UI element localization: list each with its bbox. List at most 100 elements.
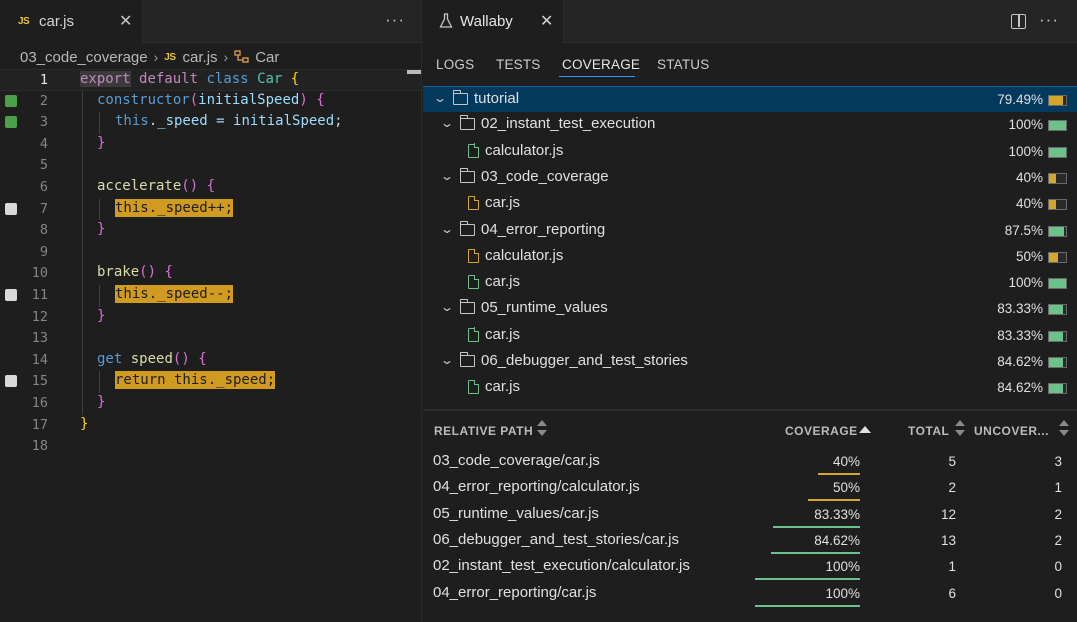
column-header-path[interactable]: RELATIVE PATH xyxy=(434,424,533,438)
code-line: 18 xyxy=(0,436,421,458)
row-uncovered: 0 xyxy=(1054,585,1062,601)
wallaby-panel: Wallaby ✕ ··· LOGS TESTS COVERAGE STATUS… xyxy=(423,0,1077,622)
tree-file-row[interactable]: car.js 83.33% xyxy=(423,323,1077,349)
editor-tab-car-js[interactable]: JS car.js ✕ xyxy=(0,0,143,43)
tree-folder-row[interactable]: ⌄ 02_instant_test_execution 100% xyxy=(423,112,1077,138)
code-line: 3 this._speed = initialSpeed; xyxy=(0,112,421,134)
tree-folder-row[interactable]: ⌄ 04_error_reporting 87.5% xyxy=(423,218,1077,244)
tab-tests[interactable]: TESTS xyxy=(496,57,541,72)
file-icon xyxy=(468,274,480,290)
row-uncovered: 3 xyxy=(1054,454,1062,469)
table-row[interactable]: 04_error_reporting/calculator.js 50% 2 1 xyxy=(423,475,1077,502)
row-path: 04_error_reporting/calculator.js xyxy=(433,478,640,496)
split-editor-icon[interactable] xyxy=(1011,14,1026,29)
column-header-coverage[interactable]: COVERAGE xyxy=(785,424,858,438)
chevron-down-icon[interactable]: ⌄ xyxy=(440,353,454,367)
table-row[interactable]: 02_instant_test_execution/calculator.js … xyxy=(423,554,1077,581)
code-line: 5 xyxy=(0,155,421,177)
coverage-bar xyxy=(1048,251,1067,263)
code-text: } xyxy=(80,415,89,432)
column-header-total[interactable]: TOTAL xyxy=(908,424,949,438)
coverage-percent: 100% xyxy=(1008,117,1043,133)
indent-guide xyxy=(82,393,83,415)
tree-file-row[interactable]: car.js 100% xyxy=(423,270,1077,296)
line-number: 12 xyxy=(31,308,48,325)
line-number: 15 xyxy=(31,373,48,390)
wallaby-tab-bar: Wallaby ✕ ··· xyxy=(423,0,1077,43)
tree-item-name: 03_code_coverage xyxy=(481,167,609,185)
tree-file-row[interactable]: calculator.js 50% xyxy=(423,244,1077,270)
coverage-percent: 100% xyxy=(1008,275,1043,291)
tree-folder-row[interactable]: ⌄ 06_debugger_and_test_stories 84.62% xyxy=(423,349,1077,375)
chevron-down-icon[interactable]: ⌄ xyxy=(440,116,454,130)
indent-guide xyxy=(82,112,83,134)
line-number: 9 xyxy=(39,243,48,260)
code-text: get speed() { xyxy=(97,350,207,367)
coverage-bar xyxy=(1048,225,1067,237)
tree-item-name: car.js xyxy=(485,378,521,396)
panel-divider[interactable] xyxy=(423,409,1077,411)
line-number: 2 xyxy=(39,92,48,109)
indent-guide xyxy=(82,306,83,329)
code-editor: JS car.js ✕ ··· 03_code_coverage › JS ca… xyxy=(0,0,422,622)
more-actions-icon[interactable]: ··· xyxy=(385,10,405,30)
indent-guide xyxy=(82,285,83,307)
line-number: 5 xyxy=(39,157,48,174)
row-coverage: 100% xyxy=(825,559,860,575)
row-coverage: 50% xyxy=(832,480,860,496)
column-header-uncovered[interactable]: UNCOVER... xyxy=(974,424,1049,438)
table-row[interactable]: 06_debugger_and_test_stories/car.js 84.6… xyxy=(423,528,1077,554)
breadcrumb-file[interactable]: car.js xyxy=(183,49,218,66)
file-icon xyxy=(468,143,480,158)
sort-icon[interactable] xyxy=(955,420,965,438)
breadcrumb-folder[interactable]: 03_code_coverage xyxy=(20,49,148,66)
tree-item-name: car.js xyxy=(485,273,521,291)
table-row[interactable]: 03_code_coverage/car.js 40% 5 3 xyxy=(423,449,1077,475)
more-actions-icon[interactable]: ··· xyxy=(1039,10,1059,30)
tree-file-row[interactable]: car.js 84.62% xyxy=(423,375,1077,401)
code-text: constructor(initialSpeed) { xyxy=(97,91,325,108)
tree-item-name: 04_error_reporting xyxy=(481,220,606,238)
sort-icon[interactable] xyxy=(1059,420,1069,438)
breadcrumb-symbol[interactable]: Car xyxy=(255,49,279,66)
tree-file-row[interactable]: calculator.js 100% xyxy=(423,139,1077,165)
indent-guide xyxy=(82,220,83,242)
chevron-right-icon: › xyxy=(223,49,229,65)
close-icon[interactable]: ✕ xyxy=(119,11,132,31)
row-path: 03_code_coverage/car.js xyxy=(433,452,600,469)
coverage-percent: 83.33% xyxy=(997,327,1043,343)
coverage-percent: 83.33% xyxy=(997,301,1043,317)
tab-coverage[interactable]: COVERAGE xyxy=(562,57,640,72)
indent-guide xyxy=(82,328,83,350)
close-icon[interactable]: ✕ xyxy=(540,11,553,31)
sort-icon[interactable] xyxy=(537,420,547,438)
row-total: 1 xyxy=(948,559,956,575)
table-row[interactable]: 04_error_reporting/car.js 100% 6 0 xyxy=(423,581,1077,607)
row-uncovered: 1 xyxy=(1054,480,1062,496)
code-line: 15 return this._speed; xyxy=(0,371,421,393)
table-row[interactable]: 05_runtime_values/car.js 83.33% 12 2 xyxy=(423,502,1077,528)
tree-folder-row[interactable]: ⌄ tutorial 79.49% xyxy=(423,86,1077,113)
row-path: 04_error_reporting/car.js xyxy=(433,583,597,601)
indent-guide xyxy=(82,263,83,285)
chevron-down-icon[interactable]: ⌄ xyxy=(440,300,454,314)
code-line: 8 } xyxy=(0,220,421,242)
code-line: 11 this._speed--; xyxy=(0,285,421,307)
wallaby-tab[interactable]: Wallaby ✕ xyxy=(423,0,564,43)
sort-ascending-icon[interactable] xyxy=(859,426,871,433)
chevron-down-icon[interactable]: ⌄ xyxy=(433,91,447,105)
tree-file-row[interactable]: car.js 40% xyxy=(423,191,1077,217)
tree-folder-row[interactable]: ⌄ 03_code_coverage 40% xyxy=(423,165,1077,191)
coverage-bar xyxy=(1048,199,1067,211)
tab-status[interactable]: STATUS xyxy=(657,57,709,72)
tab-logs[interactable]: LOGS xyxy=(436,57,474,72)
class-symbol-icon xyxy=(234,50,250,64)
code-text: this._speed = initialSpeed; xyxy=(115,113,343,130)
indent-guide xyxy=(82,133,83,156)
line-number: 8 xyxy=(39,222,48,239)
chevron-down-icon[interactable]: ⌄ xyxy=(440,169,454,183)
tree-folder-row[interactable]: ⌄ 05_runtime_values 83.33% xyxy=(423,296,1077,322)
folder-icon xyxy=(459,352,475,367)
file-icon xyxy=(468,248,480,263)
chevron-down-icon[interactable]: ⌄ xyxy=(440,222,454,236)
